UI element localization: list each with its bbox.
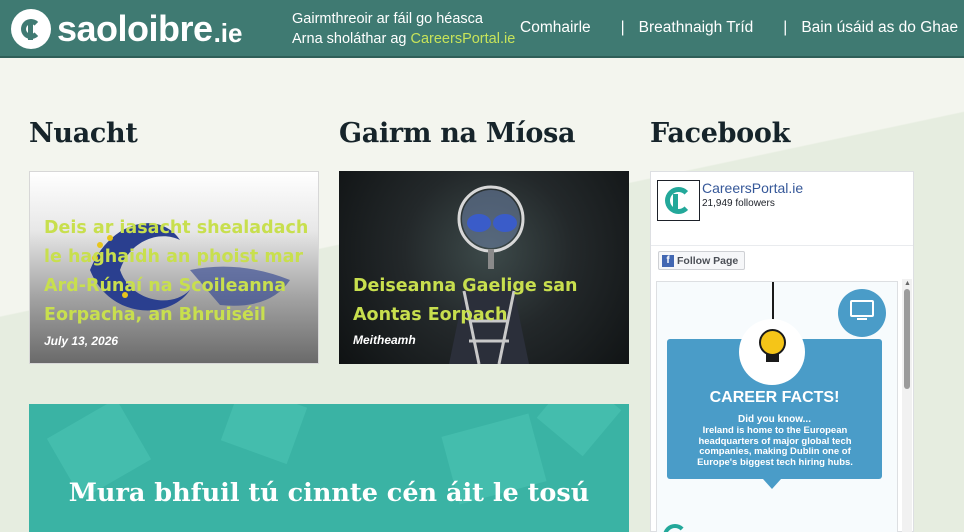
- facebook-header: CareersPortal.ie 21,949 followers: [651, 172, 913, 246]
- lightbulb-icon: [759, 329, 786, 356]
- career-of-month-card[interactable]: Deiseanna Gaelige san Aontas Eorpach Mei…: [339, 171, 629, 364]
- tagline-prefix: Arna sholáthar ag: [292, 31, 411, 47]
- main-nav: Comhairle | Breathnaigh Tríd | Bain úsái…: [520, 0, 958, 56]
- scroll-thumb[interactable]: [904, 289, 910, 389]
- follow-page-button[interactable]: f Follow Page: [658, 251, 746, 270]
- scroll-up-icon[interactable]: ▲: [904, 280, 911, 287]
- follow-page-label: Follow Page: [677, 254, 739, 267]
- facebook-icon: f: [662, 254, 674, 267]
- month-heading: Gairm na Míosa: [339, 118, 576, 149]
- facebook-page-name[interactable]: CareersPortal.ie: [702, 180, 803, 196]
- career-facts-title: CAREER FACTS!: [709, 389, 840, 406]
- news-card[interactable]: Deis ar iasacht shealadach le haghaidh a…: [29, 171, 319, 364]
- facebook-followers: 21,949 followers: [702, 198, 775, 209]
- site-header: saoloibre .ie Gairmthreoir ar fáil go hé…: [0, 0, 964, 58]
- nav-item-comhairle[interactable]: Comhairle: [520, 19, 591, 37]
- nav-item-breathnaigh[interactable]: Breathnaigh Tríd: [639, 19, 754, 37]
- bulb-base: [766, 354, 779, 362]
- news-heading: Nuacht: [29, 118, 138, 149]
- cta-arrow-shape: [220, 404, 308, 465]
- monitor-stand: [857, 318, 867, 320]
- tagline: Gairmthreoir ar fáil go héasca Arna shol…: [292, 9, 515, 49]
- tagline-line1: Gairmthreoir ar fáil go héasca: [292, 11, 483, 27]
- logo-icon: [11, 9, 51, 49]
- month-card-category: Meitheamh: [353, 333, 416, 347]
- news-card-date: July 13, 2026: [44, 334, 119, 348]
- career-facts-body: Ireland is home to the European headquar…: [697, 425, 853, 468]
- month-card-title[interactable]: Deiseanna Gaelige san Aontas Eorpach: [353, 272, 593, 330]
- career-facts-subtitle: Did you know...: [738, 414, 811, 425]
- cta-title[interactable]: Mura bhfuil tú cinnte cén áit le tosú: [29, 477, 629, 509]
- facebook-scrollbar[interactable]: ▲: [902, 279, 912, 532]
- cta-banner[interactable]: Mura bhfuil tú cinnte cén áit le tosú: [29, 404, 629, 532]
- monitor-icon: [850, 300, 874, 317]
- careersportal-logo-icon: [663, 524, 687, 532]
- site-logo[interactable]: saoloibre .ie: [11, 6, 242, 52]
- careersportal-link[interactable]: CareersPortal.ie: [411, 31, 516, 47]
- nav-separator: |: [783, 19, 788, 36]
- cta-arrow-shape: [536, 404, 622, 457]
- facebook-heading: Facebook: [650, 118, 791, 149]
- news-card-title[interactable]: Deis ar iasacht shealadach le haghaidh a…: [44, 214, 318, 330]
- tagline-line2: Arna sholáthar ag CareersPortal.ie: [292, 29, 515, 49]
- nav-separator: |: [620, 19, 625, 36]
- careersportal-avatar[interactable]: [657, 180, 700, 221]
- facebook-post[interactable]: CAREER FACTS! Did you know... Ireland is…: [656, 281, 898, 532]
- speech-arrow: [763, 479, 781, 489]
- nav-item-bain-usaid[interactable]: Bain úsáid as do Ghae: [801, 19, 958, 37]
- facebook-widget: CareersPortal.ie 21,949 followers f Foll…: [650, 171, 914, 532]
- logo-text: saoloibre: [57, 8, 213, 49]
- logo-tld: .ie: [213, 17, 243, 48]
